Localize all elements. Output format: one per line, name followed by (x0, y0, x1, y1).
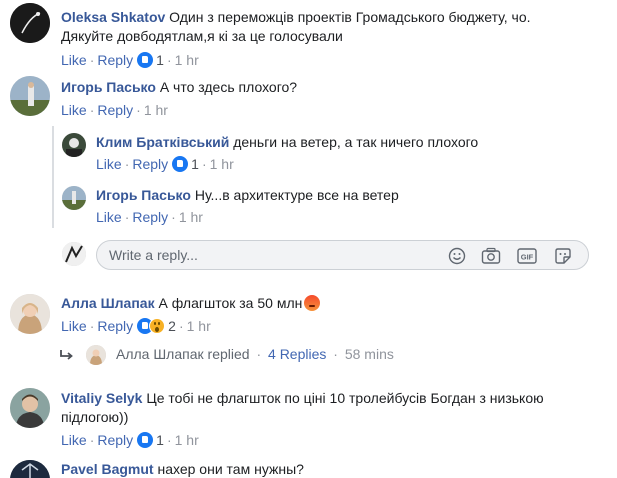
comment-text: Pavel Bagmut нахер они там нужны? (61, 460, 304, 478)
timestamp[interactable]: 1 hr (175, 432, 199, 448)
comment-actions: Like · Reply 1 · 1 hr (96, 156, 234, 172)
reply-link[interactable]: Reply (97, 432, 133, 448)
reply-comment: Клим Братківський деньги на ветер, а так… (0, 128, 617, 178)
avatar[interactable] (10, 460, 50, 478)
like-reaction-icon[interactable] (137, 432, 154, 448)
like-reaction-icon[interactable] (172, 156, 189, 172)
view-replies-link[interactable]: 4 Replies (268, 346, 326, 362)
avatar[interactable] (10, 388, 50, 428)
comment-author[interactable]: Клим Братківський (96, 134, 229, 150)
reply-link[interactable]: Reply (97, 102, 133, 118)
comment-actions: Like · Reply 1 · 1 hr (61, 52, 199, 68)
timestamp[interactable]: 1 hr (187, 318, 211, 334)
current-user-avatar (62, 242, 86, 266)
comment-actions: Like · Reply 1 · 1 hr (61, 432, 199, 448)
comment-actions: Like · Reply · 1 hr (96, 209, 203, 225)
emoji-icon[interactable] (447, 246, 467, 266)
timestamp[interactable]: 1 hr (179, 209, 203, 225)
comment-body: Це тобі не флагшток по ціні 10 тролейбус… (146, 390, 544, 406)
comment-text-line2: Дякуйте довбодятлам,я кі за це голосувал… (61, 28, 343, 44)
like-link[interactable]: Like (61, 432, 87, 448)
reply-arrow-icon (60, 350, 73, 360)
comment-body: А флагшток за 50 млн (158, 295, 303, 311)
comment-author[interactable]: Vitaliy Selyk (61, 390, 142, 406)
comment-body: нахер они там нужны? (157, 461, 304, 477)
comment-author[interactable]: Pavel Bagmut (61, 461, 154, 477)
like-link[interactable]: Like (96, 209, 122, 225)
angry-emoji-icon (304, 295, 321, 311)
avatar[interactable] (10, 76, 50, 116)
gif-icon[interactable]: GIF (517, 246, 537, 266)
comment-text-line2: підлогою)) (61, 409, 129, 425)
like-link[interactable]: Like (61, 102, 87, 118)
comment-text: Oleksa Shkatov Один з переможців проекті… (61, 8, 531, 27)
comment-actions: Like · Reply · 1 hr (61, 102, 168, 118)
svg-text:GIF: GIF (521, 253, 534, 262)
comment: Алла Шлапак А флагшток за 50 млн Like · Re… (0, 290, 617, 340)
comment: Oleksa Shkatov Один з переможців проекті… (0, 0, 617, 70)
comment-text: Клим Братківський деньги на ветер, а так… (96, 133, 478, 152)
reply-link[interactable]: Reply (132, 209, 168, 225)
avatar[interactable] (62, 133, 86, 157)
comment-author[interactable]: Алла Шлапак (61, 295, 155, 311)
reply-link[interactable]: Reply (97, 318, 133, 334)
reply-input[interactable] (109, 246, 439, 264)
timestamp[interactable]: 1 hr (144, 102, 168, 118)
reply-comment: Игорь Пасько Ну...в архитектуре все на в… (0, 181, 617, 231)
comment: Vitaliy Selyk Це тобі не флагшток по цін… (0, 384, 617, 454)
comment: Pavel Bagmut нахер они там нужны? (0, 458, 617, 478)
wow-reaction-icon[interactable] (149, 318, 166, 334)
like-link[interactable]: Like (96, 156, 122, 172)
replied-label: replied (207, 346, 250, 362)
comment-author[interactable]: Игорь Пасько (61, 79, 156, 95)
comment-body: А что здесь плохого? (159, 79, 298, 95)
like-link[interactable]: Like (61, 318, 87, 334)
sticker-icon[interactable] (553, 246, 573, 266)
reaction-count[interactable]: 1 (191, 156, 199, 172)
comment-body: Ну...в архитектуре все на ветер (194, 187, 399, 203)
replied-author[interactable]: Алла Шлапак (116, 346, 204, 362)
timestamp[interactable]: 58 mins (345, 346, 394, 362)
comment-author[interactable]: Oleksa Shkatov (61, 9, 165, 25)
camera-icon[interactable] (481, 246, 501, 266)
avatar[interactable] (62, 186, 86, 210)
comment-text: Vitaliy Selyk Це тобі не флагшток по цін… (61, 389, 544, 408)
like-reaction-icon[interactable] (137, 52, 154, 68)
timestamp[interactable]: 1 hr (175, 52, 199, 68)
reaction-count[interactable]: 1 (156, 52, 164, 68)
reaction-count[interactable]: 2 (168, 318, 176, 334)
comment-body: Один з переможців проектів Громадського … (169, 9, 531, 25)
comment-text: Игорь Пасько Ну...в архитектуре все на в… (96, 186, 399, 205)
reaction-count[interactable]: 1 (156, 432, 164, 448)
timestamp[interactable]: 1 hr (210, 156, 234, 172)
comment-text: Алла Шлапак А флагшток за 50 млн (61, 294, 321, 313)
comment-text: Игорь Пасько А что здесь плохого? (61, 78, 297, 97)
comment-body: деньги на ветер, а так ничего плохого (233, 134, 479, 150)
comment-actions: Like · Reply 2 · 1 hr (61, 318, 211, 334)
reply-link[interactable]: Reply (132, 156, 168, 172)
reply-link[interactable]: Reply (97, 52, 133, 68)
like-link[interactable]: Like (61, 52, 87, 68)
comment-author[interactable]: Игорь Пасько (96, 187, 191, 203)
avatar (86, 345, 106, 365)
avatar[interactable] (10, 294, 50, 334)
reply-input-box[interactable]: GIF (96, 240, 589, 270)
avatar[interactable] (10, 3, 50, 43)
